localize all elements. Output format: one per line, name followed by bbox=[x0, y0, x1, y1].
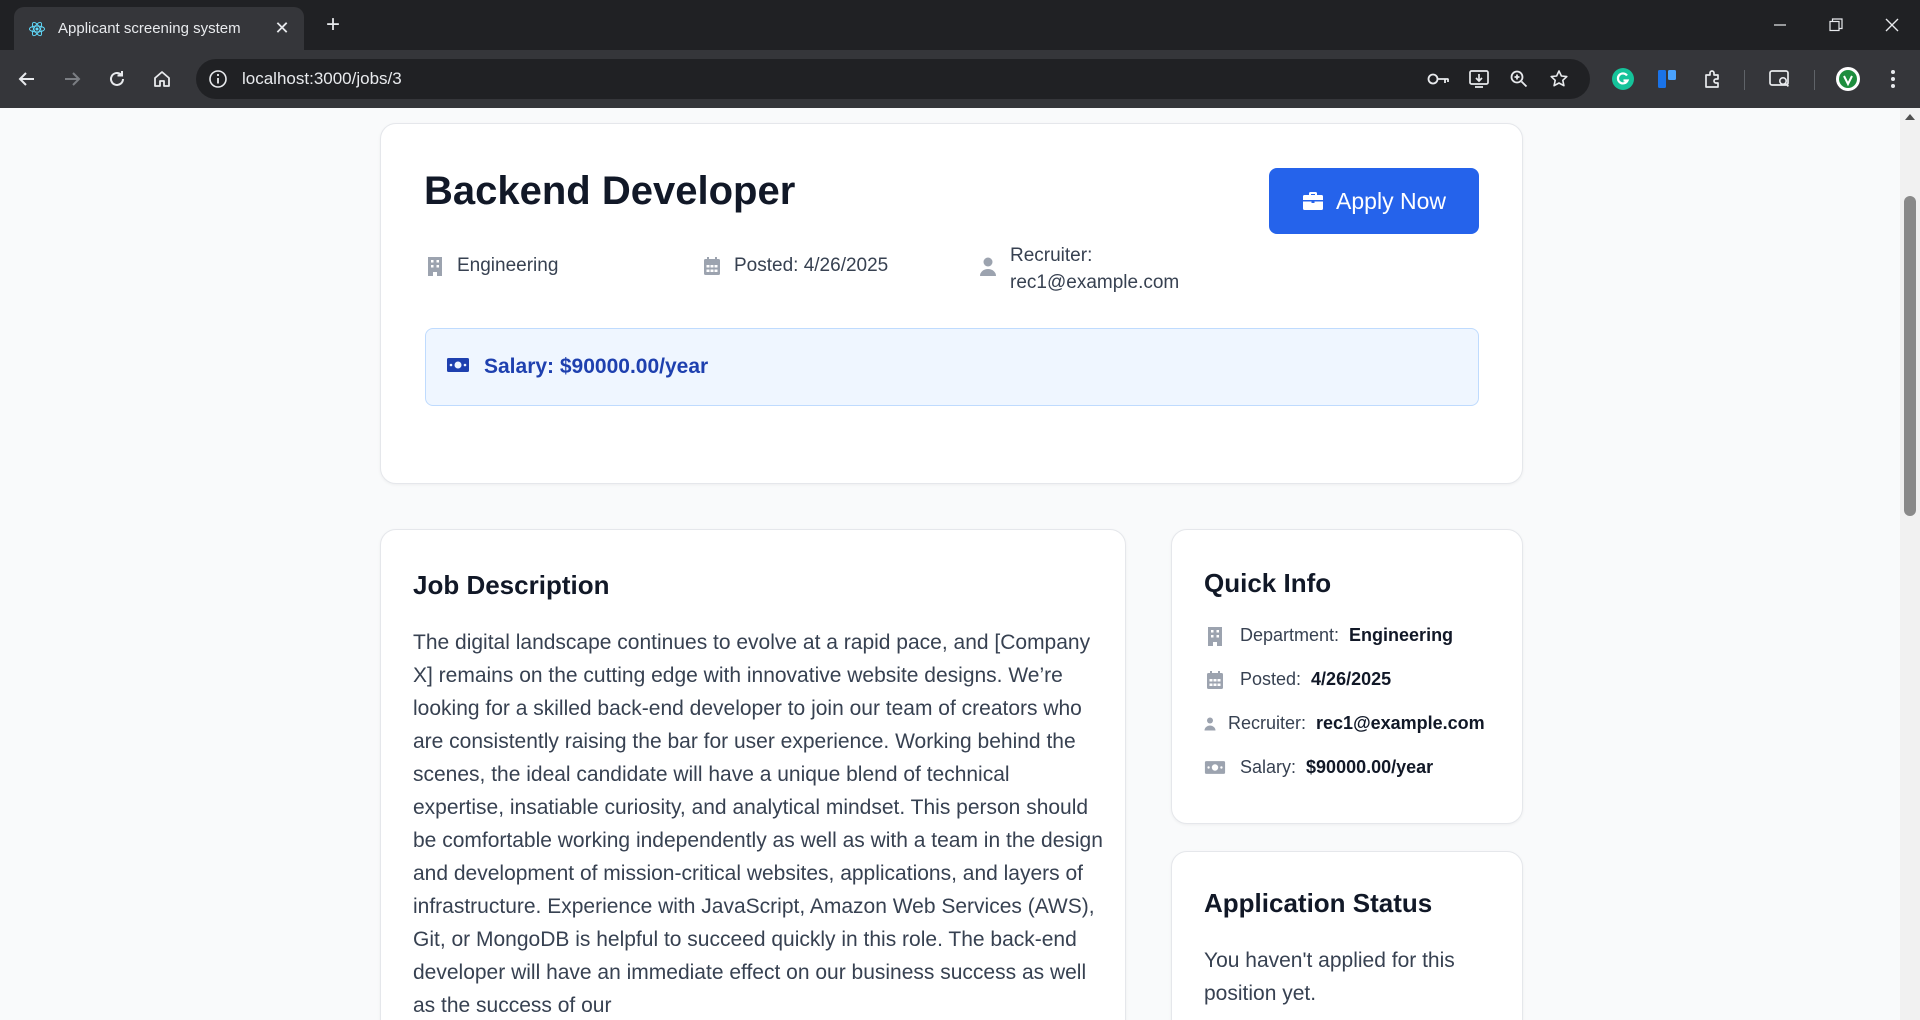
apply-now-label: Apply Now bbox=[1336, 187, 1446, 214]
meta-posted: Posted: 4/26/2025 bbox=[702, 255, 888, 277]
page-scrollbar[interactable] bbox=[1900, 108, 1920, 1020]
scroll-up-arrow-icon[interactable] bbox=[1905, 114, 1915, 120]
back-arrow-icon[interactable] bbox=[12, 64, 42, 94]
salary-banner: Salary: $90000.00/year bbox=[425, 328, 1479, 406]
bookmark-star-icon[interactable] bbox=[1546, 67, 1572, 91]
quick-info-card: Quick Info Department: Engineering Poste… bbox=[1171, 529, 1523, 824]
forward-arrow-icon[interactable] bbox=[57, 64, 87, 94]
job-description-heading: Job Description bbox=[413, 570, 610, 600]
quick-info-label: Department: bbox=[1240, 625, 1340, 645]
quick-info-value: rec1@example.com bbox=[1316, 713, 1485, 733]
briefcase-icon bbox=[1302, 191, 1324, 211]
password-key-icon[interactable] bbox=[1426, 67, 1452, 91]
toolbar-divider bbox=[1744, 70, 1745, 90]
browser-titlebar: Applicant screening system ✕ + bbox=[0, 0, 1920, 50]
close-window-button[interactable] bbox=[1864, 0, 1920, 50]
job-description-text: The digital landscape continues to evolv… bbox=[413, 631, 1103, 1017]
profile-avatar[interactable] bbox=[1833, 64, 1863, 94]
quick-info-value: $90000.00/year bbox=[1306, 757, 1434, 777]
toolbar-divider bbox=[1814, 70, 1815, 90]
recruiter-label: Recruiter: bbox=[1010, 245, 1093, 266]
tab-title: Applicant screening system bbox=[58, 20, 241, 37]
tab-close-icon[interactable]: ✕ bbox=[272, 18, 292, 39]
quick-info-posted: Posted: 4/26/2025 bbox=[1204, 669, 1391, 690]
quick-info-value: 4/26/2025 bbox=[1311, 669, 1392, 689]
quick-info-heading: Quick Info bbox=[1204, 568, 1332, 598]
trello-extension-icon[interactable] bbox=[1652, 64, 1682, 94]
quick-info-recruiter: Recruiter: rec1@example.com bbox=[1204, 713, 1485, 734]
address-bar[interactable]: localhost:3000/jobs/3 bbox=[196, 59, 1590, 99]
url-text: localhost:3000/jobs/3 bbox=[242, 69, 402, 88]
recruiter-email: rec1@example.com bbox=[1010, 272, 1180, 293]
building-icon bbox=[1204, 626, 1226, 646]
quick-info-label: Salary: bbox=[1240, 757, 1297, 777]
window-controls bbox=[1752, 0, 1920, 50]
reload-icon[interactable] bbox=[102, 64, 132, 94]
extensions-puzzle-icon[interactable] bbox=[1698, 64, 1728, 94]
grammarly-extension-icon[interactable] bbox=[1608, 64, 1638, 94]
meta-recruiter: Recruiter: rec1@example.com bbox=[978, 242, 1190, 296]
new-tab-button[interactable]: + bbox=[318, 10, 348, 40]
quick-info-label: Posted: bbox=[1240, 669, 1302, 689]
building-icon bbox=[425, 255, 445, 277]
restore-button[interactable] bbox=[1808, 0, 1864, 50]
browser-tab[interactable]: Applicant screening system ✕ bbox=[14, 7, 304, 50]
calendar-icon bbox=[702, 255, 722, 277]
quick-info-salary: Salary: $90000.00/year bbox=[1204, 757, 1433, 778]
browser-menu-icon[interactable] bbox=[1878, 64, 1908, 94]
meta-department: Engineering bbox=[425, 255, 558, 277]
quick-info-value: Engineering bbox=[1349, 625, 1454, 645]
minimize-button[interactable] bbox=[1752, 0, 1808, 50]
user-icon bbox=[1204, 717, 1216, 731]
browser-toolbar: localhost:3000/jobs/3 bbox=[0, 50, 1920, 108]
page-viewport: Backend Developer Apply Now Engineering … bbox=[0, 108, 1900, 1020]
posted-text: Posted: 4/26/2025 bbox=[734, 255, 889, 276]
zoom-icon[interactable] bbox=[1506, 67, 1532, 91]
home-icon[interactable] bbox=[147, 64, 177, 94]
job-title: Backend Developer bbox=[424, 169, 796, 213]
job-description-card: Job Description The digital landscape co… bbox=[380, 529, 1126, 1020]
money-icon bbox=[1204, 760, 1226, 775]
install-app-icon[interactable] bbox=[1466, 67, 1492, 91]
salary-text: Salary: $90000.00/year bbox=[484, 355, 709, 378]
quick-info-department: Department: Engineering bbox=[1204, 625, 1453, 646]
job-header-card: Backend Developer Apply Now Engineering … bbox=[380, 123, 1523, 484]
application-status-heading: Application Status bbox=[1204, 888, 1433, 918]
scrollbar-thumb[interactable] bbox=[1904, 196, 1916, 516]
react-favicon-icon bbox=[26, 18, 48, 40]
application-status-message: You haven't applied for this position ye… bbox=[1204, 949, 1455, 1005]
application-status-card: Application Status You haven't applied f… bbox=[1171, 851, 1523, 1020]
user-icon bbox=[978, 256, 998, 278]
apply-now-button[interactable]: Apply Now bbox=[1269, 168, 1479, 234]
money-icon bbox=[446, 357, 470, 378]
tab-search-icon[interactable] bbox=[1765, 64, 1795, 94]
site-info-icon[interactable] bbox=[206, 67, 230, 91]
quick-info-label: Recruiter: bbox=[1228, 713, 1307, 733]
department-text: Engineering bbox=[457, 255, 559, 276]
calendar-icon bbox=[1204, 670, 1226, 690]
